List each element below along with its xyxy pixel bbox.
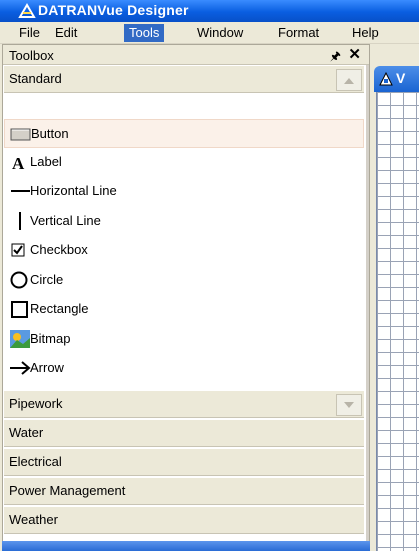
tool-label: Vertical Line xyxy=(30,213,101,228)
label-icon: A xyxy=(12,154,25,171)
category-electrical[interactable]: Electrical xyxy=(4,448,364,476)
tool-button[interactable]: Button xyxy=(4,119,364,148)
category-label: Standard xyxy=(9,71,62,86)
tool-label: Checkbox xyxy=(30,242,88,257)
tool-circle[interactable]: Circle xyxy=(4,266,364,295)
category-power-management[interactable]: Power Management xyxy=(4,477,364,505)
menu-edit[interactable]: Edit xyxy=(50,24,82,42)
toolbox-title: Toolbox xyxy=(9,48,54,63)
tool-checkbox[interactable]: Checkbox xyxy=(4,236,364,265)
tool-bitmap[interactable]: Bitmap xyxy=(4,325,364,354)
category-pipework[interactable]: Pipework xyxy=(4,390,364,418)
tool-label: Arrow xyxy=(30,360,64,375)
app-icon xyxy=(18,3,36,18)
tool-label: Horizontal Line xyxy=(30,183,117,198)
toolbox-scrollbar[interactable] xyxy=(366,65,369,550)
document-icon xyxy=(379,71,393,86)
menu-file[interactable]: File xyxy=(14,24,45,42)
bitmap-icon xyxy=(10,330,30,348)
category-water[interactable]: Water xyxy=(4,419,364,447)
category-label: Electrical xyxy=(9,454,62,469)
tool-label: Circle xyxy=(30,272,64,287)
category-label: Power Management xyxy=(9,483,126,498)
menu-format[interactable]: Format xyxy=(273,24,324,42)
category-standard[interactable]: Standard xyxy=(4,65,364,93)
tool-label: Label xyxy=(30,154,62,169)
svg-text:A: A xyxy=(12,154,25,171)
menu-bar: File Edit Tools Window Format Help xyxy=(0,22,419,44)
tool-horizontal-line[interactable]: Horizontal Line xyxy=(4,177,364,206)
docked-panel-header[interactable] xyxy=(2,541,370,551)
rectangle-icon xyxy=(11,301,28,318)
title-bar: DATRANVue Designer xyxy=(0,0,419,22)
document-tab-label: V xyxy=(396,70,406,86)
tool-label: Bitmap xyxy=(30,331,71,346)
menu-help[interactable]: Help xyxy=(347,24,384,42)
horizontal-line-icon xyxy=(11,190,30,192)
category-weather[interactable]: Weather xyxy=(4,506,364,534)
button-icon xyxy=(10,128,31,141)
design-area: V xyxy=(372,44,419,551)
toolbox-header: Toolbox 🖈 ✕ xyxy=(3,45,369,65)
toolbox-panel: Toolbox 🖈 ✕ Standard Button A Label Hori… xyxy=(2,44,370,551)
close-icon[interactable]: ✕ xyxy=(348,45,361,63)
tool-label-control[interactable]: A Label xyxy=(4,148,364,177)
tool-arrow[interactable]: Arrow xyxy=(4,354,364,383)
tool-label: Button xyxy=(31,126,69,141)
vertical-line-icon xyxy=(19,212,21,230)
category-label: Weather xyxy=(9,512,58,527)
design-grid-canvas[interactable] xyxy=(376,92,419,551)
chevron-down-icon[interactable] xyxy=(336,394,362,416)
menu-window[interactable]: Window xyxy=(192,24,248,42)
document-tab[interactable]: V xyxy=(374,66,419,92)
tool-rectangle[interactable]: Rectangle xyxy=(4,295,364,324)
chevron-up-icon[interactable] xyxy=(336,69,362,91)
window-title: DATRANVue Designer xyxy=(38,2,189,18)
tool-label: Rectangle xyxy=(30,301,89,316)
checkbox-icon xyxy=(11,243,25,257)
tool-vertical-line[interactable]: Vertical Line xyxy=(4,207,364,236)
menu-tools[interactable]: Tools xyxy=(124,24,165,42)
arrow-icon xyxy=(10,361,31,375)
category-label: Water xyxy=(9,425,44,440)
category-label: Pipework xyxy=(9,396,63,411)
circle-icon xyxy=(10,271,28,289)
